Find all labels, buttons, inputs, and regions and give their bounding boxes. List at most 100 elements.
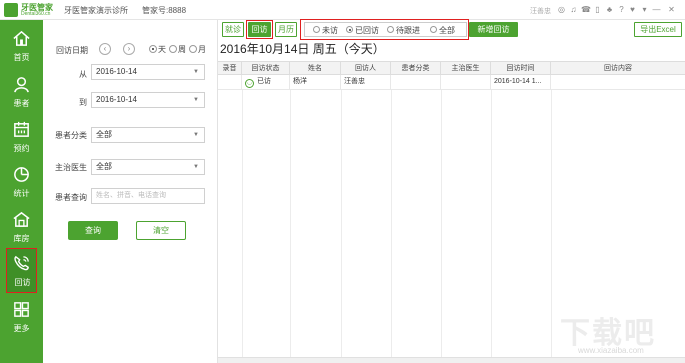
- person-icon: [14, 77, 29, 93]
- column-divider: [341, 90, 342, 360]
- sidebar-item-patients[interactable]: 患者: [0, 70, 43, 115]
- sidebar-item-warehouse[interactable]: 库房: [0, 205, 43, 250]
- grid-icon: [14, 302, 29, 317]
- column-divider: [290, 90, 291, 360]
- date-label: 回访日期: [56, 46, 88, 55]
- cell-time: 2016-10-14 1...: [491, 75, 551, 89]
- from-label: 从: [79, 70, 87, 79]
- cell-status: ◡ 已访: [242, 75, 290, 89]
- calendar-icon: [14, 121, 29, 137]
- col-name[interactable]: 姓名: [290, 62, 341, 75]
- col-visitor[interactable]: 回访人: [341, 62, 391, 75]
- table-row[interactable]: ◡ 已访 杨洋 汪善忠 2016-10-14 1...: [218, 75, 685, 90]
- clinic-name: 牙医管家演示诊所: [64, 6, 128, 15]
- status-highlight-box: [300, 19, 469, 40]
- col-status[interactable]: 回访状态: [242, 62, 290, 75]
- patient-search-input[interactable]: 姓名、拼音、电话查询: [91, 188, 205, 204]
- add-followup-button[interactable]: 新增回访: [469, 22, 518, 37]
- notification-icon[interactable]: ♣: [605, 5, 614, 14]
- table-header: 录音 回访状态 姓名 回访人 患者分类 主治医生 回访时间 回访内容: [218, 61, 685, 75]
- from-date-value: 2016-10-14: [96, 67, 137, 76]
- sidebar-item-stats[interactable]: 统计: [0, 160, 43, 205]
- cell-category: [391, 75, 441, 89]
- sidebar-label-followup: 回访: [14, 278, 31, 287]
- prev-date-button[interactable]: ‹: [99, 43, 111, 55]
- cell-name: 杨洋: [290, 75, 341, 89]
- tab-visit[interactable]: 就诊: [222, 22, 244, 37]
- column-divider: [491, 90, 492, 360]
- date-heading: 2016年10月14日 周五（今天）: [220, 42, 385, 56]
- close-icon[interactable]: ✕: [667, 5, 676, 14]
- from-date-field[interactable]: 2016-10-14 ▼: [91, 64, 205, 80]
- title-bar: 牙医管家 Dental360.cn 牙医管家演示诊所 管家号:8888 汪善忠 …: [0, 0, 685, 20]
- column-divider: [551, 90, 552, 360]
- column-divider: [242, 90, 243, 360]
- range-week-radio[interactable]: [169, 45, 177, 53]
- phone-icon[interactable]: ☎: [581, 5, 591, 14]
- pie-chart-icon: [14, 167, 29, 182]
- app-logo: 牙医管家 Dental360.cn: [4, 2, 60, 18]
- filter-panel: 回访日期 ‹ › 天 周 月 从 2016-10-14 ▼ 到 2016-10-…: [43, 20, 218, 363]
- to-date-field[interactable]: 2016-10-14 ▼: [91, 92, 205, 108]
- range-day-label: 天: [158, 45, 166, 54]
- visited-smile-icon: ◡: [245, 79, 254, 88]
- sidebar-label-home: 首页: [13, 53, 30, 62]
- sidebar-item-appointments[interactable]: 预约: [0, 115, 43, 160]
- mobile-icon[interactable]: ▯: [593, 5, 602, 14]
- range-week-label: 周: [178, 45, 186, 54]
- sidebar-label-warehouse: 库房: [13, 234, 30, 243]
- shirt-icon[interactable]: ♥: [628, 5, 637, 14]
- next-date-button[interactable]: ›: [123, 43, 135, 55]
- to-date-value: 2016-10-14: [96, 95, 137, 104]
- doctor-value: 全部: [96, 162, 112, 171]
- sidebar: 首页 患者 预约 统计 库房 回访 更多: [0, 20, 43, 363]
- dropdown-arrow-icon: ▼: [193, 164, 199, 170]
- doctor-label: 主治医生: [55, 163, 87, 172]
- menu-icon[interactable]: ▾: [640, 5, 649, 14]
- cell-status-text: 已访: [257, 78, 271, 85]
- col-time[interactable]: 回访时间: [491, 62, 551, 75]
- col-category[interactable]: 患者分类: [391, 62, 441, 75]
- minimize-icon[interactable]: —: [652, 5, 661, 14]
- sidebar-label-patients: 患者: [13, 99, 30, 108]
- range-month-radio[interactable]: [189, 45, 197, 53]
- sidebar-item-followup[interactable]: 回访: [6, 248, 37, 293]
- tab-highlight-box: [246, 20, 273, 39]
- tooth-logo-icon: [4, 3, 18, 17]
- account-number: 管家号:8888: [142, 6, 187, 15]
- bell-icon[interactable]: ♫: [569, 5, 578, 14]
- query-button[interactable]: 查询: [68, 221, 118, 240]
- col-doctor[interactable]: 主治医生: [441, 62, 491, 75]
- col-recording[interactable]: 录音: [218, 62, 242, 75]
- column-divider: [391, 90, 392, 360]
- sidebar-item-more[interactable]: 更多: [0, 295, 43, 340]
- sidebar-label-more: 更多: [13, 324, 30, 333]
- logo-subtext: Dental360.cn: [21, 11, 51, 17]
- doctor-select[interactable]: 全部 ▼: [91, 159, 205, 175]
- column-divider: [441, 90, 442, 360]
- sidebar-item-home[interactable]: 首页: [0, 24, 43, 69]
- category-select[interactable]: 全部 ▼: [91, 127, 205, 143]
- cell-doctor: [441, 75, 491, 89]
- range-day-radio[interactable]: [149, 45, 157, 53]
- clear-button[interactable]: 清空: [136, 221, 186, 240]
- search-label: 患者查询: [55, 193, 87, 202]
- category-label: 患者分类: [55, 131, 87, 140]
- dropdown-arrow-icon: ▼: [193, 69, 199, 75]
- export-excel-button[interactable]: 导出Excel: [634, 22, 682, 37]
- cell-content: [551, 75, 685, 89]
- dropdown-arrow-icon: ▼: [193, 97, 199, 103]
- category-value: 全部: [96, 130, 112, 139]
- cell-visitor: 汪善忠: [341, 75, 391, 89]
- range-month-label: 月: [198, 45, 206, 54]
- user-name[interactable]: 汪善忠: [530, 6, 551, 16]
- sidebar-label-stats: 统计: [13, 189, 30, 198]
- sidebar-label-appointments: 预约: [13, 144, 30, 153]
- chat-icon[interactable]: ◎: [557, 5, 566, 14]
- to-label: 到: [79, 98, 87, 107]
- tab-calendar[interactable]: 月历: [275, 22, 297, 37]
- col-content[interactable]: 回访内容: [551, 62, 685, 75]
- help-icon[interactable]: ?: [617, 5, 626, 14]
- cell-recording: [218, 75, 242, 89]
- watermark-url: www.xiazaiba.com: [578, 346, 644, 355]
